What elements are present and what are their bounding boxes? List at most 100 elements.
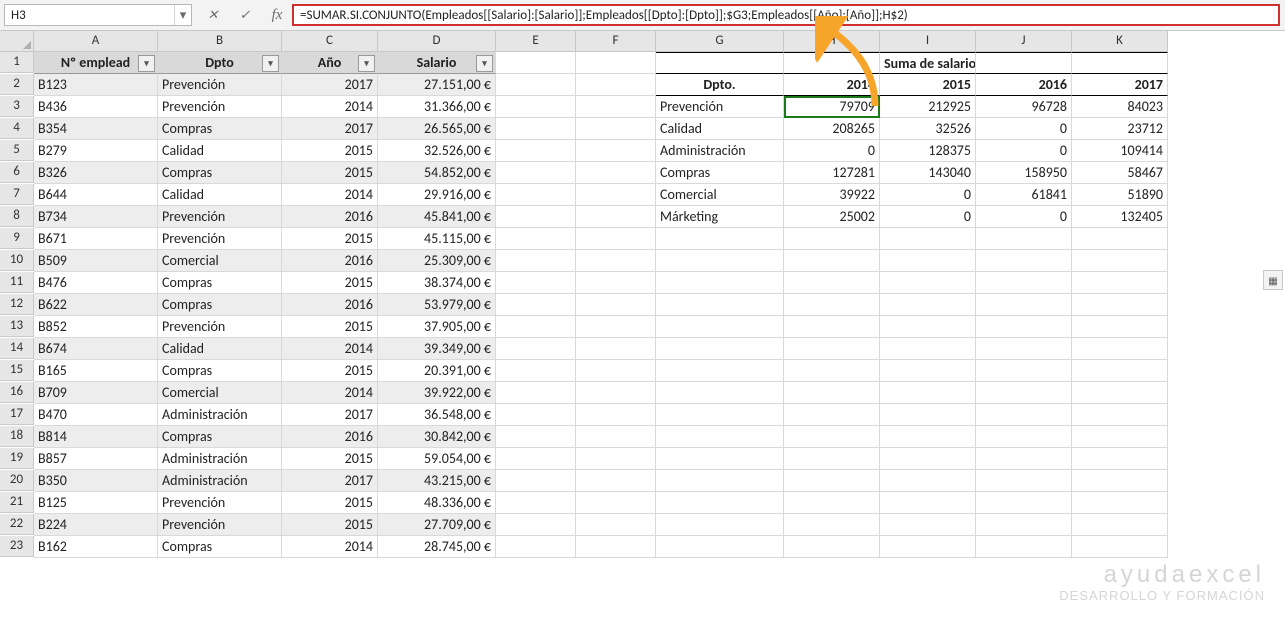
pivot-value[interactable]: 0 [976,140,1072,162]
cell[interactable] [880,426,976,448]
table-cell[interactable]: 2015 [282,228,378,250]
cell[interactable] [576,118,656,140]
filter-dropdown-icon[interactable]: ▾ [262,55,279,72]
cell[interactable] [784,250,880,272]
column-header[interactable]: J [976,31,1072,52]
cell[interactable] [976,316,1072,338]
row-header[interactable]: 21 [0,492,34,513]
pivot-value[interactable]: 0 [976,206,1072,228]
pivot-row-label[interactable]: Márketing [656,206,784,228]
cell[interactable] [656,448,784,470]
column-header[interactable]: C [282,31,378,52]
cell[interactable] [880,470,976,492]
cell[interactable] [496,404,576,426]
row-header[interactable]: 5 [0,140,34,161]
table-header[interactable]: Dpto▾ [158,52,282,74]
cell[interactable] [880,382,976,404]
pivot-row-label[interactable]: Calidad [656,118,784,140]
cell[interactable] [576,74,656,96]
table-cell[interactable]: B671 [34,228,158,250]
cell[interactable] [1072,448,1168,470]
pivot-value[interactable]: 39922 [784,184,880,206]
cell[interactable] [880,250,976,272]
cell[interactable] [1072,536,1168,558]
cell[interactable] [656,492,784,514]
table-cell[interactable]: 20.391,00 € [378,360,496,382]
cell[interactable] [976,536,1072,558]
cell[interactable] [976,272,1072,294]
cell[interactable] [976,448,1072,470]
cell[interactable] [880,536,976,558]
cell[interactable] [656,338,784,360]
pivot-year-header[interactable]: 2014 [784,74,880,96]
pivot-year-header[interactable]: 2017 [1072,74,1168,96]
row-header[interactable]: 4 [0,118,34,139]
cell[interactable] [576,360,656,382]
cell[interactable] [576,228,656,250]
cell[interactable] [576,250,656,272]
table-cell[interactable]: B123 [34,74,158,96]
column-header[interactable]: B [158,31,282,52]
column-header[interactable]: A [34,31,158,52]
table-cell[interactable]: 32.526,00 € [378,140,496,162]
row-header[interactable]: 2 [0,74,34,95]
pivot-value[interactable]: 158950 [976,162,1072,184]
cell[interactable] [976,514,1072,536]
table-cell[interactable]: 2016 [282,250,378,272]
pivot-title[interactable]: Suma de salarios anuales [880,52,976,74]
table-cell[interactable]: Compras [158,118,282,140]
pivot-year-header[interactable]: 2015 [880,74,976,96]
pivot-value[interactable]: 23712 [1072,118,1168,140]
cell[interactable] [656,360,784,382]
cell[interactable] [1072,338,1168,360]
table-cell[interactable]: 27.151,00 € [378,74,496,96]
table-cell[interactable]: Compras [158,272,282,294]
cell[interactable] [496,448,576,470]
pivot-row-label[interactable]: Administración [656,140,784,162]
table-cell[interactable]: Compras [158,162,282,184]
table-cell[interactable]: 28.745,00 € [378,536,496,558]
table-cell[interactable]: B125 [34,492,158,514]
table-cell[interactable]: Calidad [158,140,282,162]
column-header[interactable]: G [656,31,784,52]
table-cell[interactable]: 2017 [282,470,378,492]
cell[interactable] [880,316,976,338]
table-cell[interactable]: 38.374,00 € [378,272,496,294]
cell[interactable] [576,448,656,470]
column-header[interactable]: K [1072,31,1168,52]
cell[interactable] [784,360,880,382]
table-cell[interactable]: 2015 [282,162,378,184]
table-cell[interactable]: 39.922,00 € [378,382,496,404]
cell[interactable] [656,470,784,492]
cell[interactable] [576,536,656,558]
table-cell[interactable]: Compras [158,294,282,316]
cell[interactable] [576,426,656,448]
cell[interactable] [656,426,784,448]
cell[interactable] [656,228,784,250]
table-cell[interactable]: Administración [158,448,282,470]
cell[interactable] [496,118,576,140]
cell[interactable] [656,250,784,272]
row-header[interactable]: 8 [0,206,34,227]
cell[interactable] [496,206,576,228]
column-header[interactable]: D [378,31,496,52]
cell[interactable] [576,294,656,316]
cell[interactable] [880,294,976,316]
cell[interactable] [1072,272,1168,294]
cell[interactable] [496,184,576,206]
table-cell[interactable]: 53.979,00 € [378,294,496,316]
pivot-row-label[interactable]: Comercial [656,184,784,206]
row-header[interactable]: 3 [0,96,34,117]
cell[interactable] [880,492,976,514]
table-cell[interactable]: Prevención [158,316,282,338]
table-cell[interactable]: B674 [34,338,158,360]
table-cell[interactable]: 2017 [282,118,378,140]
cell[interactable] [496,162,576,184]
table-cell[interactable]: B644 [34,184,158,206]
cell[interactable] [1072,360,1168,382]
formula-input[interactable]: =SUMAR.SI.CONJUNTO(Empleados[[Salario]:[… [292,4,1280,26]
filter-dropdown-icon[interactable]: ▾ [138,55,155,72]
table-cell[interactable]: 43.215,00 € [378,470,496,492]
cell[interactable] [496,360,576,382]
cell[interactable] [976,294,1072,316]
